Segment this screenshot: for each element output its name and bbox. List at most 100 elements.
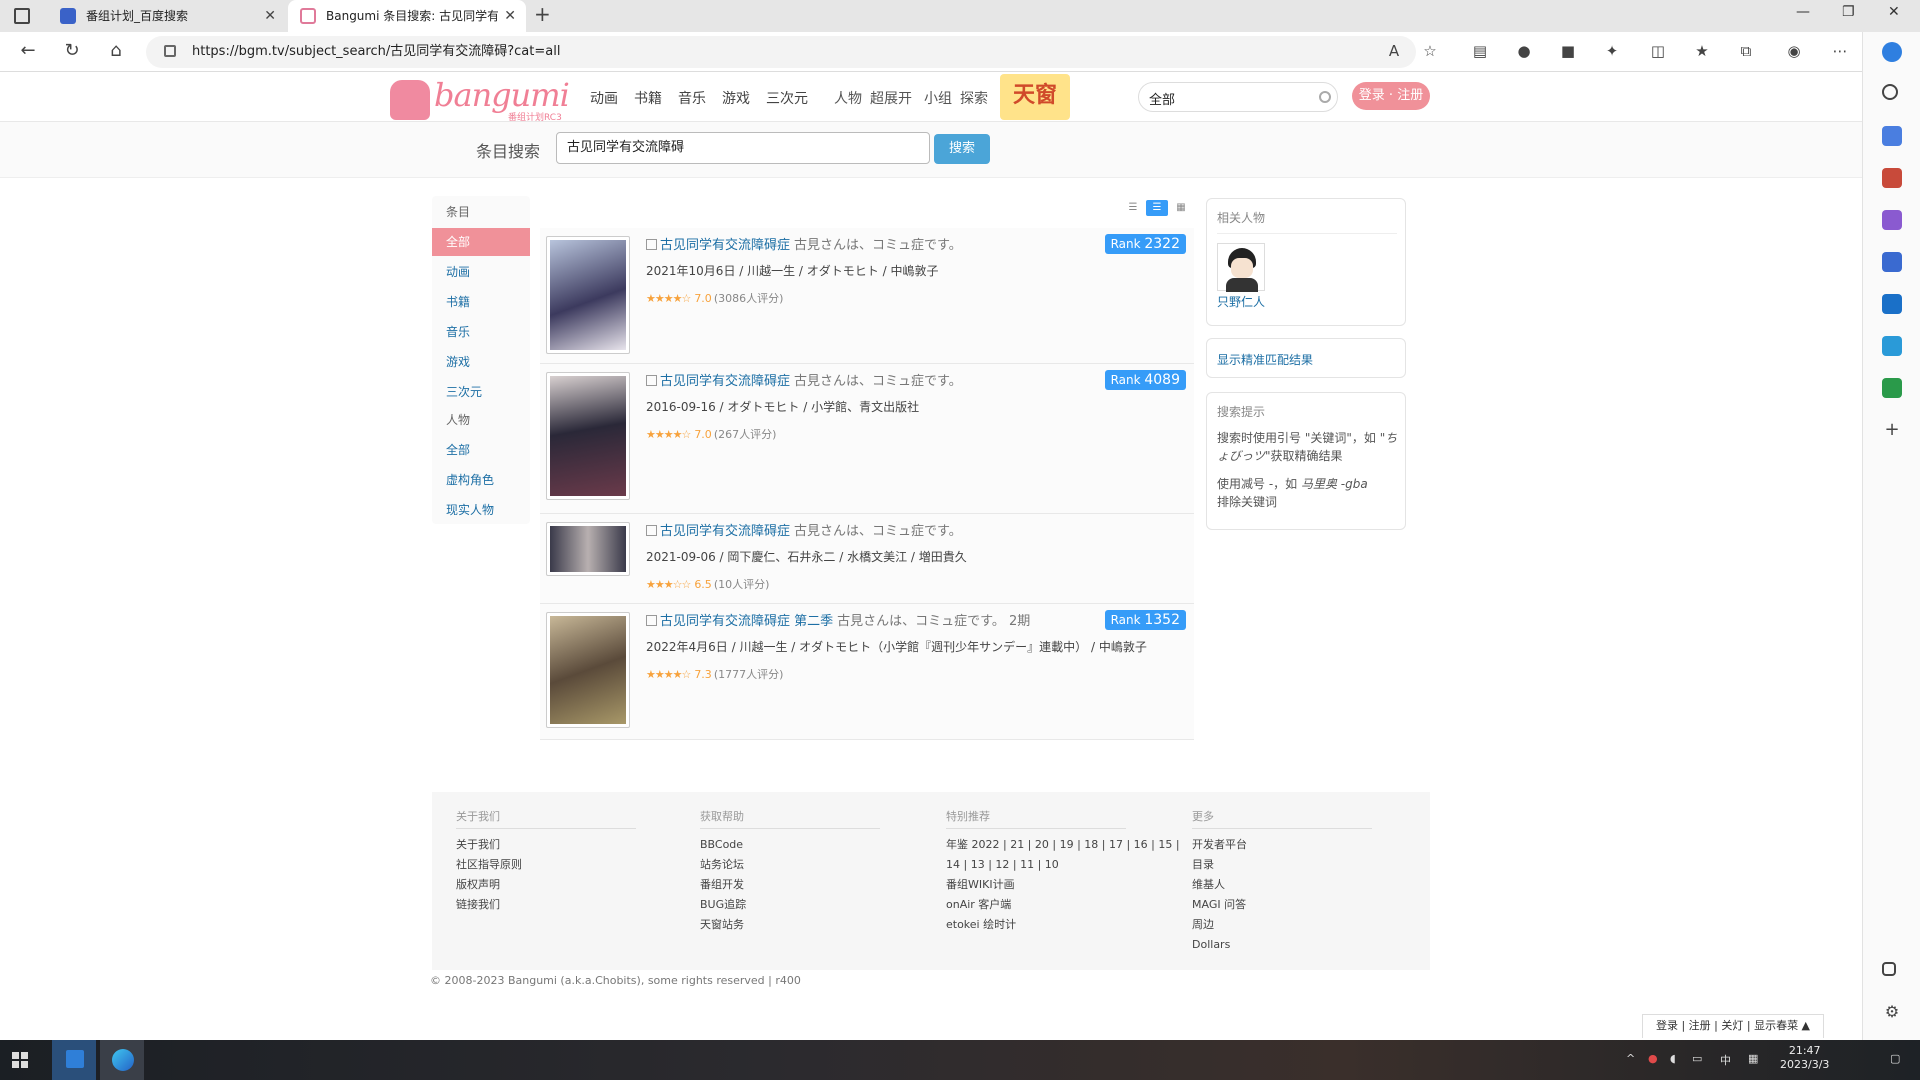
restore-icon[interactable]: ❐ [1842, 4, 1855, 20]
footer-link[interactable]: BBCode [700, 835, 880, 855]
extension-icon[interactable]: ■ [1558, 42, 1578, 62]
footer-link[interactable]: 关于我们 [456, 835, 636, 855]
taskbar-store-icon[interactable] [52, 1040, 96, 1080]
read-aloud-icon[interactable]: A [1384, 42, 1404, 62]
category-anime[interactable]: 动画 [432, 258, 530, 286]
result-cover[interactable] [546, 522, 630, 576]
tray-app-icon[interactable]: ● [1648, 1052, 1658, 1065]
close-tab-icon[interactable]: ✕ [504, 0, 516, 32]
footer-link[interactable]: 开发者平台 [1192, 835, 1372, 855]
ime-icon[interactable]: 中 [1720, 1052, 1731, 1068]
footer-link[interactable]: 站务论坛 [700, 855, 880, 875]
tree-icon[interactable] [1882, 378, 1902, 398]
telegram-icon[interactable] [1882, 336, 1902, 356]
footer-link[interactable]: MAGI 问答 [1192, 895, 1372, 915]
battery-icon[interactable]: ▭ [1692, 1052, 1702, 1065]
nav-person[interactable]: 人物 [834, 88, 862, 108]
more-icon[interactable]: ⋯ [1830, 42, 1850, 62]
result-title-link[interactable]: 古见同学有交流障碍症 [660, 238, 790, 253]
result-title-link[interactable]: 古见同学有交流障碍症 [660, 524, 790, 539]
nav-real[interactable]: 三次元 [766, 88, 808, 108]
favorites-icon[interactable]: ★ [1692, 42, 1712, 62]
close-tab-icon[interactable]: ✕ [264, 0, 276, 32]
tiange-banner[interactable]: 天窗 [1000, 74, 1070, 120]
site-info-icon[interactable] [164, 45, 176, 57]
footer-link[interactable]: onAir 客户端 [946, 895, 1176, 915]
taskbar-clock[interactable]: 21:47 2023/3/3 [1780, 1044, 1829, 1072]
notification-icon[interactable]: ▢ [1890, 1052, 1900, 1065]
tab-bangumi[interactable]: Bangumi 条目搜索: 古见同学有交流障碍症 ✕ [288, 0, 526, 32]
category-game[interactable]: 游戏 [432, 348, 530, 376]
footer-link[interactable]: 年鉴 2022 | 21 | 20 | 19 | 18 | 17 | 16 | … [946, 835, 1180, 855]
result-title-link[interactable]: 古见同学有交流障碍症 第二季 [660, 614, 833, 629]
split-screen-icon[interactable]: ◫ [1648, 42, 1668, 62]
footer-link[interactable]: 链接我们 [456, 895, 636, 915]
outlook-icon[interactable] [1882, 294, 1902, 314]
reading-view-icon[interactable]: ▤ [1470, 42, 1490, 62]
category-book[interactable]: 书籍 [432, 288, 530, 316]
bing-icon[interactable] [1882, 42, 1902, 62]
footer-link[interactable]: 社区指导原则 [456, 855, 636, 875]
office-icon[interactable] [1882, 252, 1902, 272]
footer-link[interactable]: 天窗站务 [700, 915, 880, 935]
nav-rakuen[interactable]: 超展开 [870, 88, 912, 108]
search-category-select[interactable]: 全部 [1149, 89, 1175, 108]
taskbar-edge-icon[interactable] [100, 1040, 144, 1080]
detail-view-icon[interactable]: ☰ [1146, 200, 1168, 216]
nav-book[interactable]: 书籍 [634, 88, 662, 108]
extensions-icon[interactable]: ✦ [1602, 42, 1622, 62]
search-icon[interactable] [1882, 84, 1898, 100]
add-icon[interactable]: + [1882, 420, 1902, 440]
extension-icon[interactable]: ● [1514, 42, 1534, 62]
category-character[interactable]: 虚构角色 [432, 466, 530, 494]
category-all[interactable]: 全部 [432, 228, 530, 256]
footer-link[interactable]: BUG追踪 [700, 895, 880, 915]
footer-link[interactable]: 周边 [1192, 915, 1372, 935]
footer-link[interactable]: 番组开发 [700, 875, 880, 895]
subject-search-input[interactable]: 古见同学有交流障碍 [556, 132, 930, 164]
home-icon[interactable]: ⌂ [104, 40, 128, 61]
new-tab-icon[interactable]: + [534, 2, 551, 26]
footer-link[interactable]: Dollars [1192, 935, 1372, 955]
url-field[interactable]: https://bgm.tv/subject_search/古见同学有交流障碍?… [146, 36, 1416, 68]
footer-link[interactable]: 目录 [1192, 855, 1372, 875]
close-window-icon[interactable]: ✕ [1888, 4, 1900, 20]
result-cover[interactable] [546, 612, 630, 728]
person-avatar[interactable] [1217, 243, 1265, 292]
list-view-icon[interactable]: ☰ [1122, 200, 1144, 216]
games-icon[interactable] [1882, 210, 1902, 230]
nav-anime[interactable]: 动画 [590, 88, 618, 108]
search-icon[interactable] [1319, 91, 1331, 103]
exact-match-link[interactable]: 显示精准匹配结果 [1217, 351, 1313, 368]
volume-icon[interactable]: ◖ [1670, 1052, 1676, 1065]
favorite-icon[interactable]: ☆ [1420, 42, 1440, 62]
footer-link[interactable]: etokei 绘时计 [946, 915, 1176, 935]
category-music[interactable]: 音乐 [432, 318, 530, 346]
login-register-button[interactable]: 登录 · 注册 [1352, 82, 1430, 110]
bottom-toolbar[interactable]: 登录 | 注册 | 关灯 | 显示春菜 ▲ [1642, 1014, 1824, 1038]
category-person-all[interactable]: 全部 [432, 436, 530, 464]
footer-link[interactable]: 版权声明 [456, 875, 636, 895]
profile-icon[interactable]: ◉ [1784, 42, 1804, 62]
nav-group[interactable]: 小组 [924, 88, 952, 108]
category-real[interactable]: 三次元 [432, 378, 530, 406]
bangumi-logo[interactable]: bangumi 番组计划RC3 [390, 76, 570, 123]
tab-baidu[interactable]: 番组计划_百度搜索 ✕ [48, 0, 286, 32]
collections-icon[interactable]: ⧉ [1736, 42, 1756, 62]
tab-actions-icon[interactable] [14, 8, 30, 24]
nav-music[interactable]: 音乐 [678, 88, 706, 108]
header-search-input[interactable] [1191, 87, 1309, 107]
footer-link[interactable]: 14 | 13 | 12 | 11 | 10 [946, 855, 1176, 875]
result-title-link[interactable]: 古见同学有交流障碍症 [660, 374, 790, 389]
tray-chevron-icon[interactable]: ^ [1626, 1052, 1635, 1065]
search-button[interactable]: 搜索 [934, 134, 990, 164]
result-cover[interactable] [546, 236, 630, 354]
result-cover[interactable] [546, 372, 630, 500]
refresh-icon[interactable]: ↻ [60, 40, 84, 61]
tools-icon[interactable] [1882, 168, 1902, 188]
settings-icon[interactable]: ⚙ [1882, 1002, 1902, 1022]
sidebar-toggle-icon[interactable] [1882, 962, 1896, 976]
shopping-icon[interactable] [1882, 126, 1902, 146]
nav-explore[interactable]: 探索 [960, 88, 988, 108]
nav-game[interactable]: 游戏 [722, 88, 750, 108]
